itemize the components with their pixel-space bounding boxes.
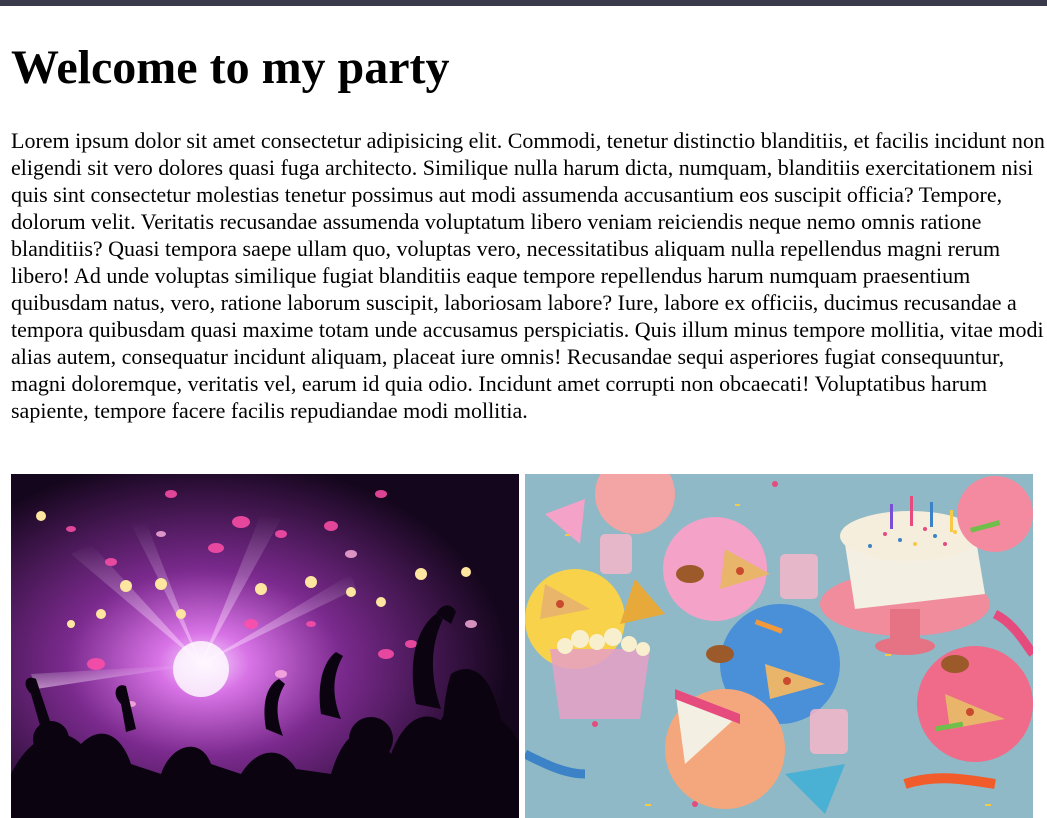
image-gallery <box>11 474 1041 818</box>
page-title: Welcome to my party <box>11 41 450 94</box>
page-content: Welcome to my party Lorem ipsum dolor si… <box>11 6 1045 424</box>
intro-paragraph: Lorem ipsum dolor sit amet consectetur a… <box>11 128 1045 423</box>
party-food-photo <box>525 474 1033 818</box>
concert-photo <box>11 474 519 818</box>
